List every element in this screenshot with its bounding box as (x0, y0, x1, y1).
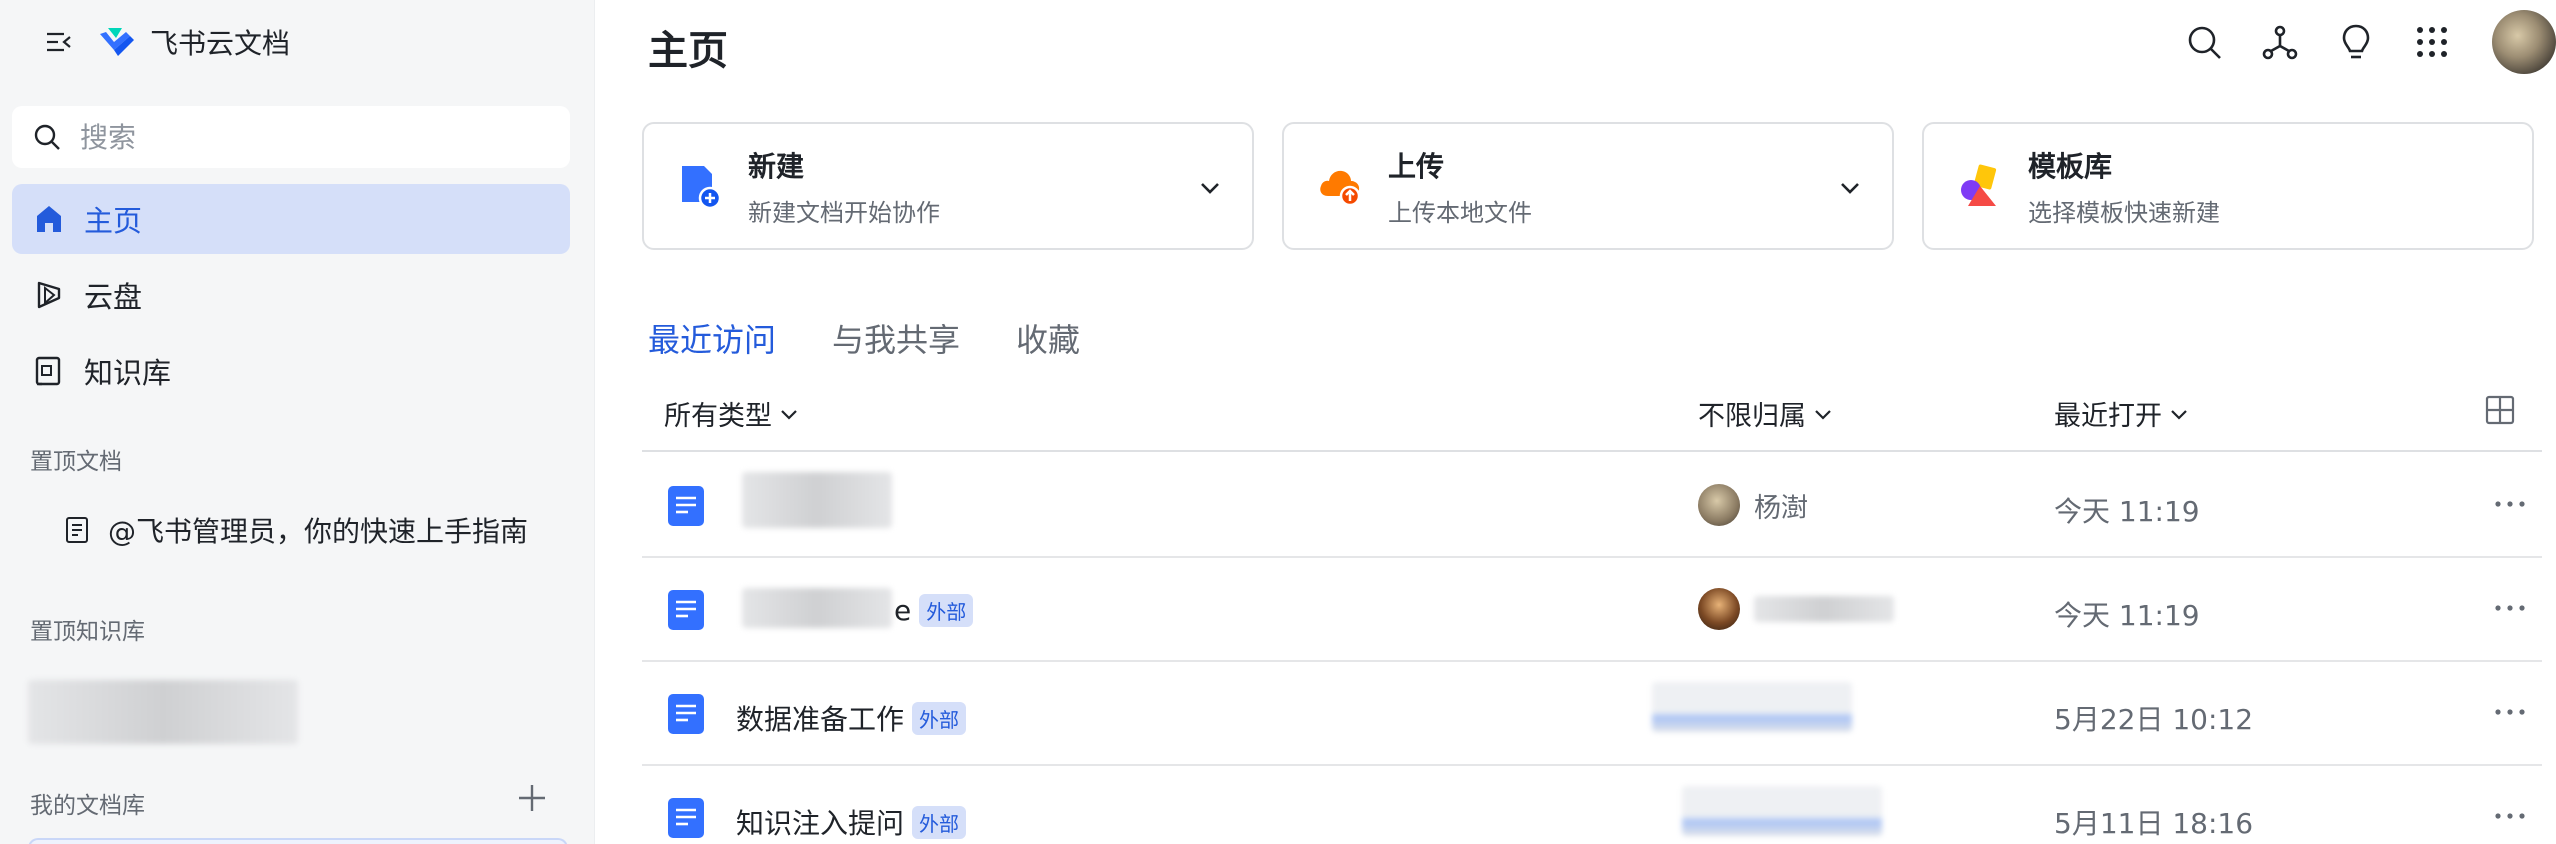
card-subtitle: 上传本地文件 (1388, 198, 1532, 227)
card-title: 新建 (748, 149, 805, 183)
brand: 飞书云文档 (44, 22, 290, 62)
sort-filter[interactable]: 最近打开 (2054, 394, 2190, 433)
pinned-wiki-label: 置顶知识库 (30, 619, 145, 645)
card-subtitle: 新建文档开始协作 (748, 198, 940, 227)
more-icon[interactable] (2492, 596, 2528, 620)
main-content: 主页 新建 新建文档开始协作 上传 上传本地文件 模板库 选择模板快速新建 最近… (596, 0, 2556, 844)
doc-outline-icon (66, 517, 88, 543)
share-graph-icon[interactable] (2260, 22, 2300, 62)
card-title: 上传 (1388, 149, 1445, 183)
doc-name-redacted (742, 588, 892, 628)
add-icon[interactable] (516, 782, 548, 814)
more-icon[interactable] (2492, 700, 2528, 724)
pinned-doc-item[interactable]: @飞书管理员，你的快速上手指南 (62, 510, 528, 550)
more-icon[interactable] (2492, 804, 2528, 828)
last-opened: 5月22日 10:12 (2054, 703, 2254, 736)
sidebar-item-label: 知识库 (84, 356, 172, 390)
table-row[interactable]: 数据准备工作 外部 5月22日 10:12 (642, 662, 2542, 766)
chevron-down-icon (1815, 409, 1831, 420)
doc-name: 数据准备工作 外部 (736, 698, 967, 738)
doc-icon (668, 486, 704, 526)
owner-filter-label: 不限归属 (1698, 401, 1806, 432)
grid-view-icon[interactable] (2484, 394, 2516, 426)
card-title: 模板库 (2028, 149, 2113, 183)
type-filter[interactable]: 所有类型 (664, 394, 800, 433)
owner (1698, 588, 1894, 630)
type-filter-label: 所有类型 (664, 401, 772, 432)
my-library-item[interactable] (28, 838, 568, 844)
sidebar-item-label: 主页 (84, 204, 143, 238)
template-icon (1961, 164, 1997, 206)
wiki-icon (35, 356, 61, 386)
collapse-sidebar-icon[interactable] (44, 27, 74, 57)
page-title: 主页 (648, 28, 728, 74)
app-name: 飞书云文档 (150, 27, 291, 60)
card-subtitle: 选择模板快速新建 (2028, 198, 2220, 227)
sidebar-item-label: 云盘 (84, 280, 143, 314)
top-toolbar (2148, 10, 2556, 74)
doc-name-text: e (894, 594, 912, 627)
owner-name-redacted (1754, 596, 1894, 622)
pinned-docs-label: 置顶文档 (30, 449, 122, 475)
last-opened: 今天 11:19 (2054, 495, 2200, 528)
table-row[interactable]: 杨澍 今天 11:19 (642, 454, 2542, 558)
chevron-down-icon[interactable] (1836, 174, 1864, 202)
pinned-wiki-item-redacted[interactable] (28, 680, 298, 744)
cloud-drive-icon (37, 281, 61, 309)
lightbulb-icon[interactable] (2336, 22, 2376, 62)
table-header: 所有类型 不限归属 最近打开 (642, 380, 2542, 452)
owner: 杨澍 (1698, 484, 1808, 526)
external-badge: 外部 (912, 805, 967, 839)
tab-recent[interactable]: 最近访问 (648, 315, 776, 361)
new-doc-card[interactable]: 新建 新建文档开始协作 (642, 122, 1254, 250)
tabs: 最近访问 与我共享 收藏 (648, 315, 1136, 361)
owner-avatar (1698, 588, 1740, 630)
owner-avatar (1698, 484, 1740, 526)
apps-grid-icon[interactable] (2412, 22, 2452, 62)
doc-name-redacted (742, 472, 892, 528)
external-badge: 外部 (912, 701, 967, 735)
table-row[interactable]: 知识注入提问 外部 5月11日 18:16 (642, 766, 2542, 844)
upload-cloud-icon (1320, 170, 1361, 207)
last-opened: 今天 11:19 (2054, 599, 2200, 632)
owner-name: 杨澍 (1754, 492, 1808, 524)
sidebar-item-wiki[interactable]: 知识库 (12, 336, 570, 406)
feishu-docs-logo (100, 28, 134, 56)
sort-filter-label: 最近打开 (2054, 401, 2162, 432)
doc-icon (668, 590, 704, 630)
owner-filter[interactable]: 不限归属 (1698, 394, 1834, 433)
upload-card[interactable]: 上传 上传本地文件 (1282, 122, 1894, 250)
template-card[interactable]: 模板库 选择模板快速新建 (1922, 122, 2534, 250)
my-library-label: 我的文档库 (30, 793, 145, 819)
search-box[interactable] (12, 106, 570, 168)
doc-name-text: 数据准备工作 (736, 703, 905, 736)
sidebar: 飞书云文档 主页 云盘 知识库 置顶文档 (0, 0, 595, 844)
sidebar-item-home[interactable]: 主页 (12, 184, 570, 254)
user-avatar[interactable] (2492, 10, 2556, 74)
doc-name-text: 知识注入提问 (736, 807, 905, 840)
home-icon (37, 206, 61, 232)
new-doc-icon (682, 166, 722, 210)
chevron-down-icon[interactable] (1196, 174, 1224, 202)
doc-name: e 外部 (894, 594, 974, 627)
pinned-doc-label: @飞书管理员，你的快速上手指南 (108, 515, 529, 548)
chevron-down-icon (2171, 409, 2187, 420)
tab-favorites[interactable]: 收藏 (1016, 315, 1080, 361)
sidebar-item-cloud-drive[interactable]: 云盘 (12, 260, 570, 330)
last-opened: 5月11日 18:16 (2054, 807, 2254, 840)
owner-redacted (1682, 786, 1882, 836)
search-input[interactable] (80, 120, 540, 154)
doc-name: 知识注入提问 外部 (736, 802, 967, 842)
tab-shared-with-me[interactable]: 与我共享 (832, 315, 960, 361)
doc-icon (668, 694, 704, 734)
owner-redacted (1652, 682, 1852, 732)
table-row[interactable]: e 外部 今天 11:19 (642, 558, 2542, 662)
external-badge: 外部 (919, 594, 974, 627)
doc-icon (668, 798, 704, 838)
chevron-down-icon (781, 409, 797, 420)
search-icon (34, 124, 60, 150)
search-icon[interactable] (2184, 22, 2224, 62)
more-icon[interactable] (2492, 492, 2528, 516)
